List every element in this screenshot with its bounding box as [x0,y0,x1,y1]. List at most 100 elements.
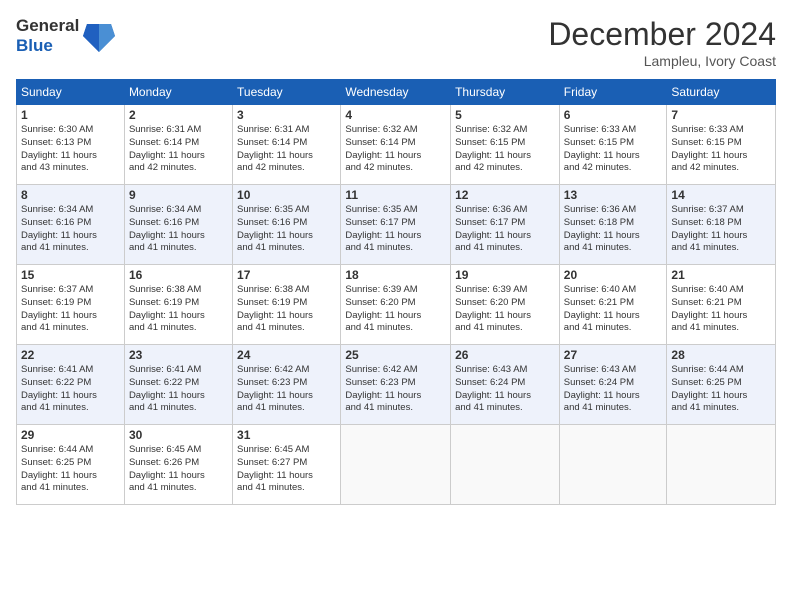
calendar-cell: 1 Sunrise: 6:30 AMSunset: 6:13 PMDaylight… [17,105,125,185]
page: General Blue December 2024 Lampleu, Ivor… [0,0,792,612]
calendar-cell: 28 Sunrise: 6:44 AMSunset: 6:25 PMDayligh… [667,345,776,425]
calendar-cell [341,425,451,505]
day-info: Sunrise: 6:34 AMSunset: 6:16 PMDaylight:… [129,204,228,255]
calendar-cell: 13Sunrise: 6:36 AMSunset: 6:18 PMDayligh… [559,185,667,265]
day-number: 10 [237,188,336,202]
day-number: 16 [129,268,228,282]
logo-icon [83,18,115,54]
logo-general: General [16,16,79,36]
calendar-cell: 17 Sunrise: 6:38 AMSunset: 6:19 PMDayligh… [233,265,341,345]
day-info: Sunrise: 6:32 AMSunset: 6:15 PMDaylight:… [455,124,555,175]
calendar-cell: 9 Sunrise: 6:34 AMSunset: 6:16 PMDaylight… [124,185,232,265]
logo-blue: Blue [16,36,79,56]
calendar-cell: 10Sunrise: 6:35 AMSunset: 6:16 PMDayligh… [233,185,341,265]
day-number: 26 [455,348,555,362]
calendar-cell: 27 Sunrise: 6:43 AMSunset: 6:24 PMDayligh… [559,345,667,425]
day-number: 3 [237,108,336,122]
col-header-wednesday: Wednesday [341,80,451,105]
day-number: 23 [129,348,228,362]
calendar-cell: 5Sunrise: 6:32 AMSunset: 6:15 PMDaylight… [451,105,560,185]
day-number: 28 [671,348,771,362]
calendar-cell: 15 Sunrise: 6:37 AMSunset: 6:19 PMDayligh… [17,265,125,345]
calendar-cell [451,425,560,505]
col-header-saturday: Saturday [667,80,776,105]
location: Lampleu, Ivory Coast [548,53,776,69]
day-number: 17 [237,268,336,282]
col-header-friday: Friday [559,80,667,105]
day-number: 4 [345,108,446,122]
calendar-cell: 11 Sunrise: 6:35 AMSunset: 6:17 PMDayligh… [341,185,451,265]
calendar-cell: 3 Sunrise: 6:31 AMSunset: 6:14 PMDaylight… [233,105,341,185]
day-info: Sunrise: 6:34 AMSunset: 6:16 PMDaylight:… [21,204,120,255]
calendar-cell: 7 Sunrise: 6:33 AMSunset: 6:15 PMDaylight… [667,105,776,185]
day-number: 27 [564,348,663,362]
calendar-cell: 25 Sunrise: 6:42 AMSunset: 6:23 PMDayligh… [341,345,451,425]
day-number: 6 [564,108,663,122]
day-info: Sunrise: 6:45 AMSunset: 6:27 PMDaylight:… [237,444,336,495]
day-info: Sunrise: 6:37 AMSunset: 6:19 PMDaylight:… [21,284,120,335]
day-info: Sunrise: 6:31 AMSunset: 6:14 PMDaylight:… [237,124,336,175]
col-header-monday: Monday [124,80,232,105]
col-header-tuesday: Tuesday [233,80,341,105]
day-info: Sunrise: 6:33 AMSunset: 6:15 PMDaylight:… [671,124,771,175]
day-info: Sunrise: 6:42 AMSunset: 6:23 PMDaylight:… [345,364,446,415]
header: General Blue December 2024 Lampleu, Ivor… [16,16,776,69]
day-number: 29 [21,428,120,442]
day-number: 11 [345,188,446,202]
calendar-cell: 6 Sunrise: 6:33 AMSunset: 6:15 PMDaylight… [559,105,667,185]
day-info: Sunrise: 6:41 AMSunset: 6:22 PMDaylight:… [21,364,120,415]
day-info: Sunrise: 6:38 AMSunset: 6:19 PMDaylight:… [129,284,228,335]
day-number: 14 [671,188,771,202]
calendar-cell: 12 Sunrise: 6:36 AMSunset: 6:17 PMDayligh… [451,185,560,265]
day-info: Sunrise: 6:43 AMSunset: 6:24 PMDaylight:… [455,364,555,415]
day-number: 31 [237,428,336,442]
day-number: 24 [237,348,336,362]
day-number: 7 [671,108,771,122]
calendar-cell [559,425,667,505]
calendar-cell: 19Sunrise: 6:39 AMSunset: 6:20 PMDayligh… [451,265,560,345]
day-number: 25 [345,348,446,362]
day-info: Sunrise: 6:36 AMSunset: 6:17 PMDaylight:… [455,204,555,255]
calendar-cell: 8Sunrise: 6:34 AMSunset: 6:16 PMDaylight… [17,185,125,265]
calendar-cell: 2Sunrise: 6:31 AMSunset: 6:14 PMDaylight… [124,105,232,185]
day-number: 15 [21,268,120,282]
calendar-cell: 16 Sunrise: 6:38 AMSunset: 6:19 PMDayligh… [124,265,232,345]
day-info: Sunrise: 6:42 AMSunset: 6:23 PMDaylight:… [237,364,336,415]
day-info: Sunrise: 6:38 AMSunset: 6:19 PMDaylight:… [237,284,336,335]
calendar-cell: 22 Sunrise: 6:41 AMSunset: 6:22 PMDayligh… [17,345,125,425]
col-header-thursday: Thursday [451,80,560,105]
day-info: Sunrise: 6:45 AMSunset: 6:26 PMDaylight:… [129,444,228,495]
calendar-cell: 4 Sunrise: 6:32 AMSunset: 6:14 PMDaylight… [341,105,451,185]
day-info: Sunrise: 6:37 AMSunset: 6:18 PMDaylight:… [671,204,771,255]
calendar-cell [667,425,776,505]
day-info: Sunrise: 6:43 AMSunset: 6:24 PMDaylight:… [564,364,663,415]
day-number: 1 [21,108,120,122]
day-number: 30 [129,428,228,442]
day-info: Sunrise: 6:44 AMSunset: 6:25 PMDaylight:… [21,444,120,495]
day-number: 22 [21,348,120,362]
day-info: Sunrise: 6:40 AMSunset: 6:21 PMDaylight:… [671,284,771,335]
day-info: Sunrise: 6:32 AMSunset: 6:14 PMDaylight:… [345,124,446,175]
month-title: December 2024 [548,16,776,53]
logo: General Blue [16,16,115,55]
day-number: 21 [671,268,771,282]
day-info: Sunrise: 6:33 AMSunset: 6:15 PMDaylight:… [564,124,663,175]
day-info: Sunrise: 6:39 AMSunset: 6:20 PMDaylight:… [345,284,446,335]
calendar-cell: 21 Sunrise: 6:40 AMSunset: 6:21 PMDayligh… [667,265,776,345]
calendar-cell: 23 Sunrise: 6:41 AMSunset: 6:22 PMDayligh… [124,345,232,425]
calendar-table: SundayMondayTuesdayWednesdayThursdayFrid… [16,79,776,505]
day-number: 19 [455,268,555,282]
calendar-cell: 26 Sunrise: 6:43 AMSunset: 6:24 PMDayligh… [451,345,560,425]
day-number: 12 [455,188,555,202]
calendar-cell: 24 Sunrise: 6:42 AMSunset: 6:23 PMDayligh… [233,345,341,425]
day-info: Sunrise: 6:31 AMSunset: 6:14 PMDaylight:… [129,124,228,175]
calendar-cell: 14 Sunrise: 6:37 AMSunset: 6:18 PMDayligh… [667,185,776,265]
day-info: Sunrise: 6:44 AMSunset: 6:25 PMDaylight:… [671,364,771,415]
title-area: December 2024 Lampleu, Ivory Coast [548,16,776,69]
calendar-cell: 30 Sunrise: 6:45 AMSunset: 6:26 PMDayligh… [124,425,232,505]
day-number: 18 [345,268,446,282]
day-info: Sunrise: 6:41 AMSunset: 6:22 PMDaylight:… [129,364,228,415]
day-info: Sunrise: 6:35 AMSunset: 6:17 PMDaylight:… [345,204,446,255]
day-info: Sunrise: 6:30 AMSunset: 6:13 PMDaylight:… [21,124,120,175]
day-number: 9 [129,188,228,202]
